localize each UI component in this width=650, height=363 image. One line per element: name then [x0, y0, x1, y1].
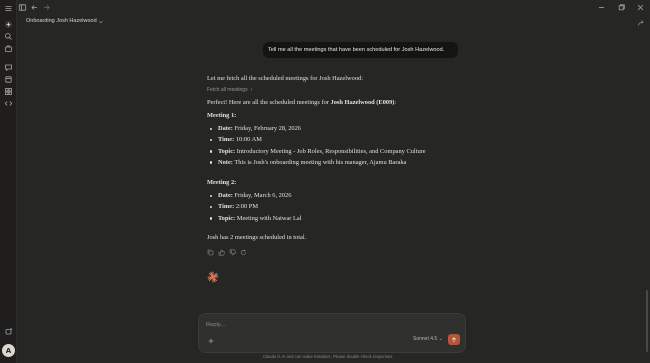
- claude-spark-icon: [207, 268, 219, 283]
- search-icon[interactable]: [4, 32, 13, 41]
- sidebar-toggle-icon[interactable]: [18, 3, 27, 12]
- chats-icon[interactable]: [4, 63, 13, 72]
- reply-composer[interactable]: Reply... Sonnet 4.5 ⌄: [198, 313, 466, 353]
- code-icon[interactable]: [4, 99, 13, 108]
- chevron-down-icon: ⌄: [438, 336, 443, 342]
- user-message: Tell me all the meetings that have been …: [263, 42, 458, 58]
- artifacts-icon[interactable]: [4, 87, 13, 96]
- tool-call-toggle[interactable]: Fetch all meetings ›: [207, 87, 252, 93]
- disclaimer: Claude is AI and can make mistakes. Plea…: [263, 354, 394, 359]
- sidebar-rail: A: [0, 0, 17, 363]
- list-item: Topic: Meeting with Natwar Lal: [207, 215, 302, 226]
- scrollbar[interactable]: [646, 290, 648, 352]
- meeting-heading: Meeting 2:: [207, 179, 237, 186]
- tool-call-label: Fetch all meetings: [207, 87, 248, 93]
- model-selector[interactable]: Sonnet 4.5 ⌄: [413, 336, 443, 342]
- arrow-up-icon: [451, 336, 457, 342]
- forward-arrow-icon[interactable]: [42, 3, 51, 12]
- list-item: Date: Friday, February 28, 2026: [207, 125, 426, 136]
- reply-closing: Josh has 2 meetings scheduled in total.: [207, 234, 307, 241]
- meeting-details-list: Date: Friday, February 28, 2026 Time: 10…: [207, 125, 426, 170]
- model-label: Sonnet 4.5: [413, 336, 438, 342]
- reply-summary: Perfect! Here are all the scheduled meet…: [207, 99, 397, 106]
- list-item: Topic: Introductory Meeting - Job Roles,…: [207, 148, 426, 159]
- meeting-details-list: Date: Friday, March 6, 2026 Time: 2:00 P…: [207, 192, 302, 226]
- back-arrow-icon[interactable]: [30, 3, 39, 12]
- send-button[interactable]: [448, 334, 460, 345]
- reply-intro: Let me fetch all the scheduled meetings …: [207, 75, 363, 82]
- list-item: Time: 10:00 AM: [207, 136, 426, 147]
- chat-title[interactable]: Onboarding Josh Hazelwood: [26, 18, 97, 24]
- sidebar-menu-icon[interactable]: [4, 4, 13, 13]
- employee-name: Josh Hazelwood (E009): [330, 99, 395, 106]
- meeting-heading: Meeting 1:: [207, 112, 237, 119]
- reply-input[interactable]: Reply...: [206, 322, 225, 328]
- plus-icon[interactable]: [208, 338, 214, 344]
- list-item: Note: This is Josh's onboarding meeting …: [207, 159, 426, 170]
- chevron-right-icon: ›: [250, 87, 253, 93]
- copy-icon[interactable]: [207, 249, 214, 256]
- close-icon[interactable]: [636, 3, 645, 12]
- window-titlebar: [17, 0, 650, 15]
- retry-icon[interactable]: [240, 249, 247, 256]
- new-chat-icon[interactable]: [4, 20, 13, 29]
- list-item: Time: 2:00 PM: [207, 203, 302, 214]
- list-item: Date: Friday, March 6, 2026: [207, 192, 302, 203]
- projects-icon[interactable]: [4, 44, 13, 53]
- minimize-icon[interactable]: [597, 3, 606, 12]
- maximize-icon[interactable]: [617, 3, 626, 12]
- library-icon[interactable]: [4, 75, 13, 84]
- share-icon[interactable]: [637, 19, 645, 27]
- chevron-down-icon[interactable]: [98, 19, 104, 25]
- thumbs-down-icon[interactable]: [229, 249, 236, 256]
- avatar[interactable]: A: [2, 344, 15, 357]
- download-app-icon[interactable]: [4, 327, 13, 336]
- thumbs-up-icon[interactable]: [218, 249, 225, 256]
